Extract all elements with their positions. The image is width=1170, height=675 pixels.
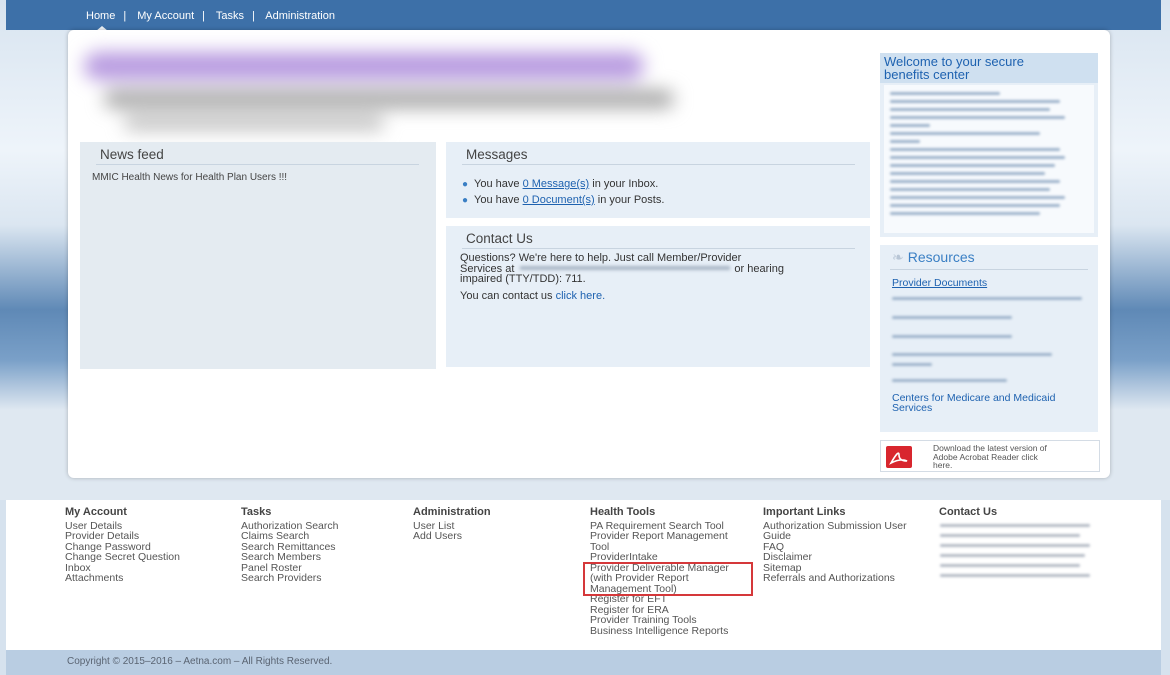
footer-heading: Tasks — [241, 506, 272, 518]
footer-link[interactable]: Attachments — [65, 573, 180, 584]
news-item[interactable]: MMIC Health News for Health Plan Users !… — [92, 172, 287, 183]
messages-title: Messages — [466, 147, 528, 162]
footer-heading: My Account — [65, 506, 127, 518]
nav-separator: | — [123, 10, 127, 22]
footer-link[interactable]: Search Members — [241, 552, 338, 563]
footer-link[interactable]: Referrals and Authorizations — [763, 573, 907, 584]
contact-us-panel: Contact Us Questions? We're here to help… — [446, 226, 870, 367]
footer-link[interactable]: Provider Training Tools — [590, 615, 729, 626]
news-feed-panel: News feed MMIC Health News for Health Pl… — [80, 142, 436, 369]
welcome-body — [884, 85, 1094, 233]
footer-heading: Contact Us — [939, 506, 998, 518]
nav-tasks[interactable]: Tasks — [216, 10, 244, 22]
news-feed-title: News feed — [100, 147, 164, 162]
redacted-phone — [520, 265, 731, 270]
contact-text: Questions? We're here to help. Just call… — [460, 252, 784, 302]
footer-link[interactable]: Guide — [763, 531, 907, 542]
inbox-message-line: ● You have 0 Message(s) in your Inbox. — [462, 178, 659, 190]
nav-home[interactable]: Home — [86, 10, 115, 22]
footer-heading: Administration — [413, 506, 491, 518]
nav-my-account[interactable]: My Account — [137, 10, 194, 22]
footer-contact-us: Contact Us — [939, 507, 997, 521]
adobe-download[interactable]: Download the latest version of Adobe Acr… — [880, 440, 1100, 472]
footer-heading: Health Tools — [590, 506, 656, 518]
footer-link[interactable]: Business Intelligence Reports — [590, 625, 729, 637]
messages-link[interactable]: 0 Message(s) — [523, 178, 590, 190]
posts-document-line: ● You have 0 Document(s) in your Posts. — [462, 194, 665, 206]
pdf-icon — [886, 446, 912, 468]
documents-link[interactable]: 0 Document(s) — [523, 194, 595, 206]
welcome-title: Welcome to your secure benefits center — [884, 54, 1024, 82]
nav-separator: | — [202, 10, 205, 22]
footer-important-links: Important Links Authorization Submission… — [763, 507, 907, 584]
nav-separator: | — [251, 10, 255, 22]
welcome-panel: Welcome to your secure benefits center — [880, 53, 1098, 237]
redacted-banner — [84, 52, 674, 132]
divider — [96, 164, 419, 165]
divider — [890, 269, 1088, 270]
footer-heading: Important Links — [763, 506, 846, 518]
bullet-icon: ● — [462, 195, 469, 206]
resources-panel: ❧ Resources Provider Documents Centers fo… — [880, 245, 1098, 432]
contact-click-here-link[interactable]: click here. — [556, 290, 606, 302]
footer-link[interactable]: Provider Details — [65, 531, 180, 542]
messages-panel: Messages ● You have 0 Message(s) in your … — [446, 142, 870, 218]
nav-administration[interactable]: Administration — [265, 10, 335, 22]
cms-link[interactable]: Centers for Medicare and Medicaid Servic… — [892, 393, 1055, 414]
footer-link[interactable]: ProviderIntake — [590, 552, 729, 563]
resources-header: ❧ Resources — [892, 249, 975, 265]
copyright-text: Copyright © 2015–2016 – Aetna.com – All … — [67, 656, 333, 667]
highlight-box — [583, 562, 753, 596]
top-nav: Home | My Account | Tasks | Administration — [6, 0, 1161, 31]
divider — [462, 164, 855, 165]
footer-administration: Administration User List Add Users — [413, 507, 491, 542]
footer-link[interactable]: Provider Report Management — [590, 531, 729, 542]
footer-link[interactable]: Add Users — [413, 531, 491, 542]
footer-my-account: My Account User Details Provider Details… — [65, 507, 180, 584]
copyright-bar: Copyright © 2015–2016 – Aetna.com – All … — [6, 650, 1161, 675]
leaf-icon: ❧ — [892, 249, 904, 265]
adobe-text: Download the latest version of Adobe Acr… — [933, 443, 1047, 470]
footer-link[interactable]: Change Secret Question — [65, 552, 180, 563]
footer-tasks: Tasks Authorization Search Claims Search… — [241, 507, 338, 584]
divider — [462, 248, 855, 249]
footer-link[interactable]: Claims Search — [241, 531, 338, 542]
bullet-icon: ● — [462, 179, 469, 190]
footer-link[interactable]: Disclaimer — [763, 552, 907, 563]
footer-link[interactable]: Search Providers — [241, 573, 338, 584]
provider-documents-link[interactable]: Provider Documents — [892, 277, 987, 289]
contact-us-title: Contact Us — [466, 231, 533, 246]
